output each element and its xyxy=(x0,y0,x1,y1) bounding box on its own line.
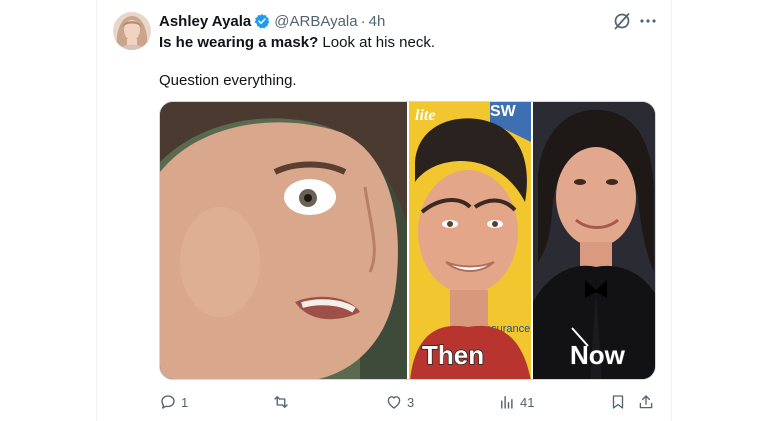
views-icon xyxy=(501,396,513,409)
now-photo[interactable]: Now xyxy=(533,102,656,380)
reply-button[interactable]: 1 xyxy=(159,390,188,414)
like-count: 3 xyxy=(407,394,415,410)
action-bar: 1 3 41 xyxy=(159,390,656,414)
more-options-icon[interactable] xyxy=(638,11,658,31)
tweet-media[interactable]: lite SW esurance Then Now xyxy=(159,101,656,380)
verified-badge-icon[interactable] xyxy=(254,13,270,29)
tweet-text: Is he wearing a mask? Look at his neck. xyxy=(159,33,435,53)
share-button[interactable] xyxy=(637,390,655,414)
views-count: 41 xyxy=(520,394,535,410)
views-button[interactable]: 41 xyxy=(498,390,534,414)
avatar[interactable] xyxy=(113,12,151,50)
reply-count: 1 xyxy=(181,394,189,410)
bg-text-left: lite xyxy=(415,107,435,124)
heart-icon xyxy=(387,396,401,409)
separator-dot: · xyxy=(360,12,366,30)
reply-icon xyxy=(161,395,175,409)
tweet-text-bold: Is he wearing a mask? xyxy=(159,34,319,51)
tweet-text-line2: Question everything. xyxy=(159,72,297,89)
repost-icon xyxy=(274,396,288,408)
caption-now: Now xyxy=(570,340,626,370)
bg-text-top: SW xyxy=(490,103,517,120)
then-photo[interactable]: lite SW esurance Then xyxy=(409,102,531,380)
tweet-header: Ashley Ayala @ARBAyala · 4h xyxy=(159,11,385,31)
repost-button[interactable] xyxy=(272,390,294,414)
grok-icon[interactable] xyxy=(612,11,632,31)
timestamp[interactable]: 4h xyxy=(369,13,386,30)
author-name[interactable]: Ashley Ayala xyxy=(159,13,251,30)
bookmark-button[interactable] xyxy=(609,390,627,414)
author-handle[interactable]: @ARBAyala xyxy=(274,13,357,30)
closeup-photo[interactable] xyxy=(160,102,407,380)
bookmark-icon xyxy=(612,395,624,409)
caption-then: Then xyxy=(422,340,484,370)
tweet-text-rest: Look at his neck. xyxy=(318,34,435,51)
share-icon xyxy=(639,395,653,409)
like-button[interactable]: 3 xyxy=(385,390,414,414)
